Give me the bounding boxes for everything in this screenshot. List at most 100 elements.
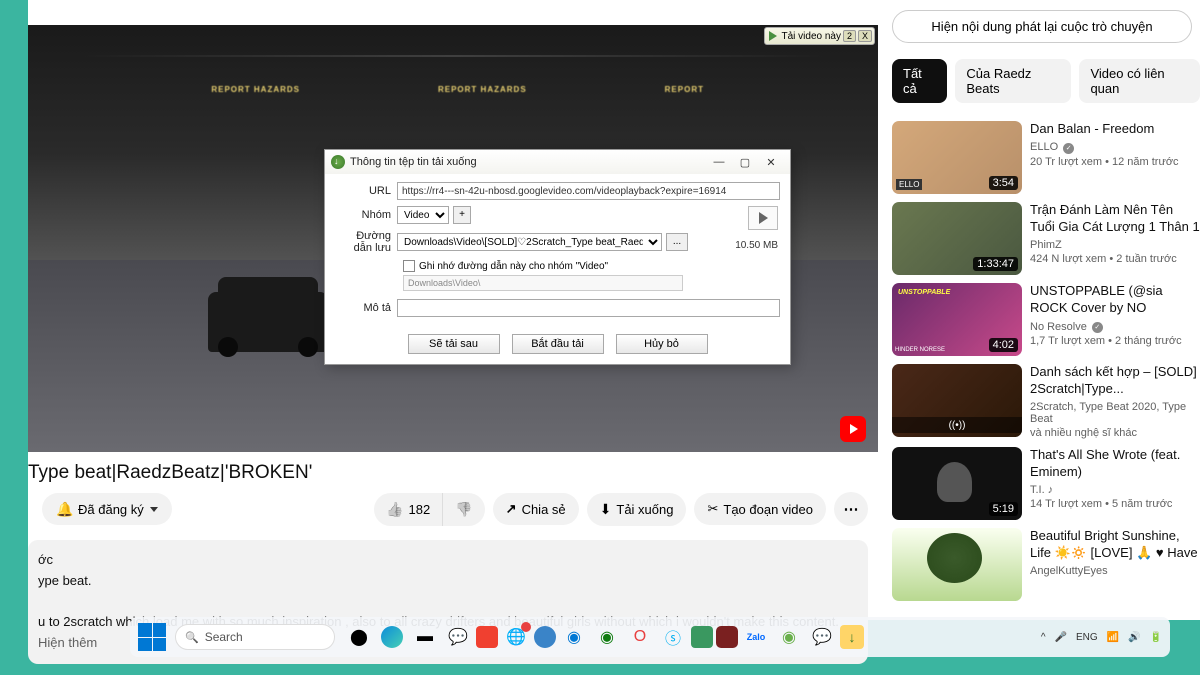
coccoc-icon[interactable]: ◉ [774, 622, 804, 652]
download-later-button[interactable]: Sẽ tải sau [408, 334, 500, 354]
chevron-down-icon [150, 507, 158, 512]
dialog-title: Thông tin tệp tin tải xuống [350, 156, 706, 168]
start-download-button[interactable]: Bắt đầu tải [512, 334, 604, 354]
verified-icon [1061, 141, 1074, 154]
edge-icon[interactable] [377, 622, 407, 652]
chip-from-channel[interactable]: Của Raedz Beats [955, 59, 1071, 103]
tunnel-sign: REPORT [665, 85, 765, 93]
add-group-button[interactable]: + [453, 206, 471, 224]
system-tray: ^ 🎤 ENG 📶 🔊 🔋 [1041, 632, 1162, 643]
thumb-up-icon [386, 501, 403, 518]
tunnel-sign: REPORT HAZARDS [438, 85, 538, 93]
url-label: URL [335, 185, 397, 197]
rec-thumbnail: 5:19 [892, 447, 1022, 520]
clip-button[interactable]: Tạo đoạn video [694, 493, 826, 525]
opera-icon[interactable]: O [625, 622, 655, 652]
download-button[interactable]: Tải xuống [587, 493, 687, 526]
duration-badge: 4:02 [989, 338, 1018, 352]
tunnel-ceiling [78, 55, 828, 57]
preview-thumbnail[interactable] [748, 206, 778, 230]
recommendation-item[interactable]: 1:33:47 Trận Đánh Làm Nên Tên Tuổi Gia C… [892, 202, 1200, 275]
maximize-button[interactable]: ▢ [732, 153, 758, 171]
download-banner-text: Tải video này [781, 31, 840, 42]
close-button[interactable]: ✕ [758, 153, 784, 171]
like-button[interactable]: 182 [374, 493, 442, 526]
like-dislike-group: 182 [374, 493, 485, 526]
recommendation-item[interactable]: 5:19 That's All She Wrote (feat. Eminem)… [892, 447, 1200, 520]
rec-thumbnail [892, 528, 1022, 601]
dislike-button[interactable] [442, 493, 484, 526]
app-icon[interactable] [691, 626, 713, 648]
rec-meta: 14 Tr lượt xem • 5 năm trước [1030, 498, 1200, 510]
language-indicator[interactable]: ENG [1076, 632, 1098, 643]
idm-download-banner[interactable]: Tải video này 2 X [764, 27, 875, 45]
group-select[interactable]: Video [397, 206, 449, 224]
rec-channel: PhimZ [1030, 239, 1200, 251]
download-icon [600, 501, 612, 518]
tunnel-signs: REPORT HAZARDS REPORT HAZARDS REPORT [148, 85, 828, 105]
rec-channel: T.I. ♪ [1030, 484, 1200, 496]
minimize-button[interactable]: — [706, 153, 732, 171]
download-count-badge: 2 [843, 30, 856, 42]
subscribed-button[interactable]: Đã đăng ký [42, 493, 172, 525]
rec-channel: AngelKuttyEyes [1030, 565, 1200, 577]
taskbar-dot-icon[interactable]: ⬤ [344, 622, 374, 652]
chrome-icon[interactable]: 🌐 [501, 622, 531, 652]
idm-taskbar-icon[interactable]: ↓ [840, 625, 864, 649]
url-input[interactable] [397, 182, 780, 200]
cancel-button[interactable]: Hủy bỏ [616, 334, 708, 354]
rec-title: UNSTOPPABLE (@sia ROCK Cover by NO RESOL… [1030, 283, 1200, 317]
chat-icon[interactable]: 💬 [443, 622, 473, 652]
download-close[interactable]: X [858, 30, 872, 42]
recommendation-item[interactable]: 3:54 Dan Balan - Freedom ELLO 20 Tr lượt… [892, 121, 1200, 194]
duration-badge: 1:33:47 [973, 257, 1018, 271]
share-button[interactable]: Chia sẻ [493, 493, 579, 525]
app-icon[interactable] [716, 626, 738, 648]
description-input[interactable] [397, 299, 780, 317]
path-select[interactable]: Downloads\Video\[SOLD]♡2Scratch_Type bea… [397, 233, 662, 251]
remember-label: Ghi nhớ đường dẫn này cho nhóm "Video" [419, 261, 608, 272]
chip-related[interactable]: Video có liên quan [1079, 59, 1200, 103]
duration-badge: 5:19 [989, 502, 1018, 516]
remember-checkbox[interactable] [403, 260, 415, 272]
recommendation-item[interactable]: 4:02 UNSTOPPABLE (@sia ROCK Cover by NO … [892, 283, 1200, 356]
rec-title: Trận Đánh Làm Nên Tên Tuổi Gia Cát Lượng… [1030, 202, 1200, 236]
rec-title: Dan Balan - Freedom [1030, 121, 1200, 138]
wifi-icon[interactable]: 📶 [1107, 632, 1119, 643]
rec-thumbnail: 4:02 [892, 283, 1022, 356]
mix-indicator: ((•)) [892, 417, 1022, 433]
app-icon[interactable]: 💬 [807, 622, 837, 652]
battery-icon[interactable]: 🔋 [1150, 632, 1162, 643]
rec-title: Danh sách kết hợp – [SOLD] 2Scratch|Type… [1030, 364, 1200, 398]
description-label: Mô tả [335, 302, 397, 314]
subpath-display [403, 275, 683, 291]
tray-chevron-icon[interactable]: ^ [1041, 632, 1046, 643]
rec-channel: 2Scratch, Type Beat 2020, Type Beat [1030, 401, 1200, 425]
teamviewer-icon[interactable]: ◉ [559, 622, 589, 652]
app-icon[interactable] [534, 626, 556, 648]
recommendation-item[interactable]: ((•)) Danh sách kết hợp – [SOLD] 2Scratc… [892, 364, 1200, 439]
show-more-link[interactable]: Hiện thêm [38, 635, 97, 650]
download-label: Tải xuống [616, 502, 673, 517]
chip-all[interactable]: Tất cả [892, 59, 947, 103]
scissors-icon [707, 501, 718, 517]
skype-icon[interactable]: ⓢ [658, 622, 688, 652]
filter-chips: Tất cả Của Raedz Beats Video có liên qua… [892, 59, 1200, 103]
idm-download-dialog: Thông tin tệp tin tải xuống — ▢ ✕ URL Nh… [324, 149, 791, 365]
app-icon[interactable] [476, 626, 498, 648]
tunnel-sign: REPORT HAZARDS [211, 85, 311, 93]
windows-taskbar: Search ⬤ ▬ 💬 🌐 ◉ ◉ O ⓢ Zalo ◉ 💬 ↓ ^ 🎤 EN… [130, 617, 1170, 657]
zalo-icon[interactable]: Zalo [741, 622, 771, 652]
show-chat-replay-button[interactable]: Hiện nội dung phát lại cuộc trò chuyện [892, 10, 1192, 43]
browse-button[interactable]: ... [666, 233, 688, 251]
more-button[interactable]: ⋯ [834, 492, 868, 526]
recommendation-item[interactable]: Beautiful Bright Sunshine, Life ☀️🔅 [LOV… [892, 528, 1200, 601]
volume-icon[interactable]: 🔊 [1128, 632, 1140, 643]
dialog-titlebar[interactable]: Thông tin tệp tin tải xuống — ▢ ✕ [325, 150, 790, 174]
rec-thumbnail: ((•)) [892, 364, 1022, 437]
microphone-icon[interactable]: 🎤 [1055, 632, 1067, 643]
xbox-icon[interactable]: ◉ [592, 622, 622, 652]
task-view-icon[interactable]: ▬ [410, 622, 440, 652]
taskbar-search[interactable]: Search [175, 624, 335, 650]
start-button[interactable] [138, 623, 166, 651]
